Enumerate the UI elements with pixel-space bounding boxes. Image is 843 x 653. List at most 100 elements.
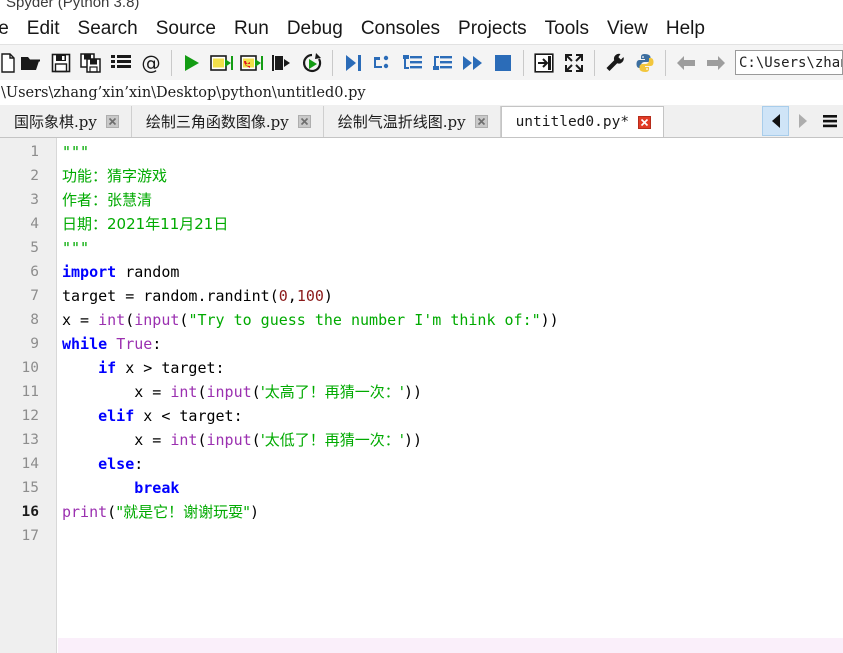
menu-edit[interactable]: Edit <box>18 15 69 43</box>
code-line: import random <box>58 260 179 284</box>
code-text-area[interactable]: """ 功能：猜字游戏 作者：张慧清 日期：2021年11月21日 """ import … <box>58 138 843 653</box>
menu-run[interactable]: Run <box>225 15 278 43</box>
run-selection-button[interactable] <box>267 47 297 78</box>
tab-untitled0[interactable]: untitled0.py* <box>500 106 665 137</box>
back-button[interactable] <box>671 47 701 78</box>
forward-button[interactable] <box>701 47 731 78</box>
code-token-builtin: True <box>116 335 153 353</box>
debug-file-icon <box>346 54 361 71</box>
tab-huizhi-qiwen[interactable]: 绘制气温折线图.py <box>323 106 501 137</box>
run-selection-icon <box>272 54 290 71</box>
code-token-kw: else <box>98 455 135 473</box>
code-token-norm: ( <box>251 383 261 401</box>
menu-search[interactable]: Search <box>69 15 147 43</box>
continue-button[interactable] <box>458 47 488 78</box>
code-token-norm: : <box>152 335 162 353</box>
working-directory-value: C:\Users\zhang <box>739 54 842 71</box>
stop-debug-button[interactable] <box>488 47 518 78</box>
menu-view[interactable]: View <box>598 15 657 43</box>
code-token-builtin: input <box>206 431 252 449</box>
menu-item-label: Edit <box>26 18 60 39</box>
triangle-right-icon <box>798 114 807 128</box>
line-number-gutter: 1 2 3 4 5 6 7 8 9 10 11 12 13 14 15 16 17 <box>0 138 57 653</box>
arrow-left-icon <box>677 55 695 70</box>
run-cell-advance-button[interactable] <box>237 47 267 78</box>
triangle-left-icon <box>771 114 780 128</box>
save-all-button[interactable] <box>76 47 106 78</box>
tab-guoji-xiangqi[interactable]: 国际象棋.py <box>0 106 132 137</box>
file-path-breadcrumb: \Users\zhang’xin’xin\Desktop\python\unti… <box>0 80 843 105</box>
code-line: elif x < target: <box>58 404 243 428</box>
tab-label: 绘制气温折线图.py <box>337 113 466 131</box>
line-number: 5 <box>30 240 39 256</box>
save-file-button[interactable] <box>46 47 76 78</box>
menu-item-label: Projects <box>458 18 527 39</box>
code-token-builtin: input <box>206 383 252 401</box>
line-number: 3 <box>30 192 39 208</box>
open-folder-icon <box>21 56 40 70</box>
code-line: if x > target: <box>58 356 225 380</box>
tab-close-button[interactable] <box>474 115 488 128</box>
code-token-norm: : <box>134 455 144 473</box>
code-token-norm: x > target: <box>116 359 225 377</box>
code-token-doc: 作者：张慧清 <box>62 191 153 209</box>
menu-source[interactable]: Source <box>147 15 225 43</box>
menu-file[interactable]: le <box>0 15 18 43</box>
menu-item-label: Run <box>233 18 269 39</box>
code-token-norm: target = random.randint( <box>62 287 279 305</box>
spyder-window: Spyder (Python 3.8) le Edit Search Source Ru… <box>0 0 843 653</box>
tab-scroll-next-button[interactable] <box>789 106 816 136</box>
toolbar-separator <box>665 49 666 76</box>
line-number: 14 <box>21 456 39 472</box>
line-number: 11 <box>21 384 39 400</box>
menu-projects[interactable]: Projects <box>449 15 536 43</box>
pythonpath-manager-button[interactable] <box>630 47 660 78</box>
tab-close-button[interactable] <box>638 115 652 129</box>
code-token-num: 100 <box>296 287 324 305</box>
find-symbol-button[interactable]: @ <box>136 47 166 78</box>
line-number: 13 <box>21 432 39 448</box>
file-switcher-button[interactable] <box>106 47 136 78</box>
code-token-builtin: int <box>170 431 198 449</box>
tab-scroll-prev-button[interactable] <box>762 106 789 136</box>
run-cell-button[interactable] <box>207 47 237 78</box>
maximize-pane-button[interactable] <box>529 47 559 78</box>
preferences-button[interactable] <box>600 47 630 78</box>
tab-close-button[interactable] <box>105 115 119 128</box>
code-editor[interactable]: 1 2 3 4 5 6 7 8 9 10 11 12 13 14 15 16 17 """ 功能：猜字游戏 作者：张… <box>0 138 843 653</box>
line-number: 17 <box>21 528 39 544</box>
run-play-icon <box>185 54 199 71</box>
menu-item-label: Tools <box>544 18 590 39</box>
rerun-last-cell-button[interactable] <box>297 47 327 78</box>
code-line: x = int(input('太高了！再猜一次：')) <box>58 380 422 404</box>
tab-close-button[interactable] <box>297 115 311 128</box>
arrow-right-icon <box>707 55 725 70</box>
code-token-norm: , <box>287 287 297 305</box>
fullscreen-button[interactable] <box>559 47 589 78</box>
debug-continue-icon <box>463 55 482 70</box>
open-file-button[interactable] <box>16 47 46 78</box>
tab-options-menu-button[interactable] <box>816 106 843 136</box>
tab-huizhi-sanjiao[interactable]: 绘制三角函数图像.py <box>131 106 324 137</box>
menu-debug[interactable]: Debug <box>278 15 352 43</box>
menu-item-label: View <box>607 18 648 39</box>
line-number: 10 <box>21 360 39 376</box>
code-token-doc: """ <box>62 239 90 257</box>
menu-help[interactable]: Help <box>657 15 714 43</box>
menu-tools[interactable]: Tools <box>536 15 598 43</box>
step-into-button[interactable] <box>398 47 428 78</box>
new-file-button[interactable] <box>0 47 16 78</box>
menu-consoles[interactable]: Consoles <box>352 15 449 43</box>
step-return-button[interactable] <box>428 47 458 78</box>
menu-item-label: Consoles <box>360 18 441 39</box>
code-token-str: '太低了！再猜一次：' <box>260 431 404 449</box>
code-token-norm: x = <box>62 383 171 401</box>
debug-file-button[interactable] <box>338 47 368 78</box>
step-over-button[interactable] <box>368 47 398 78</box>
run-file-button[interactable] <box>177 47 207 78</box>
code-token-doc: 功能：猜字游戏 <box>62 167 168 185</box>
line-number: 4 <box>30 216 39 232</box>
working-directory-field[interactable]: C:\Users\zhang <box>735 50 843 75</box>
code-token-builtin: print <box>62 503 108 521</box>
